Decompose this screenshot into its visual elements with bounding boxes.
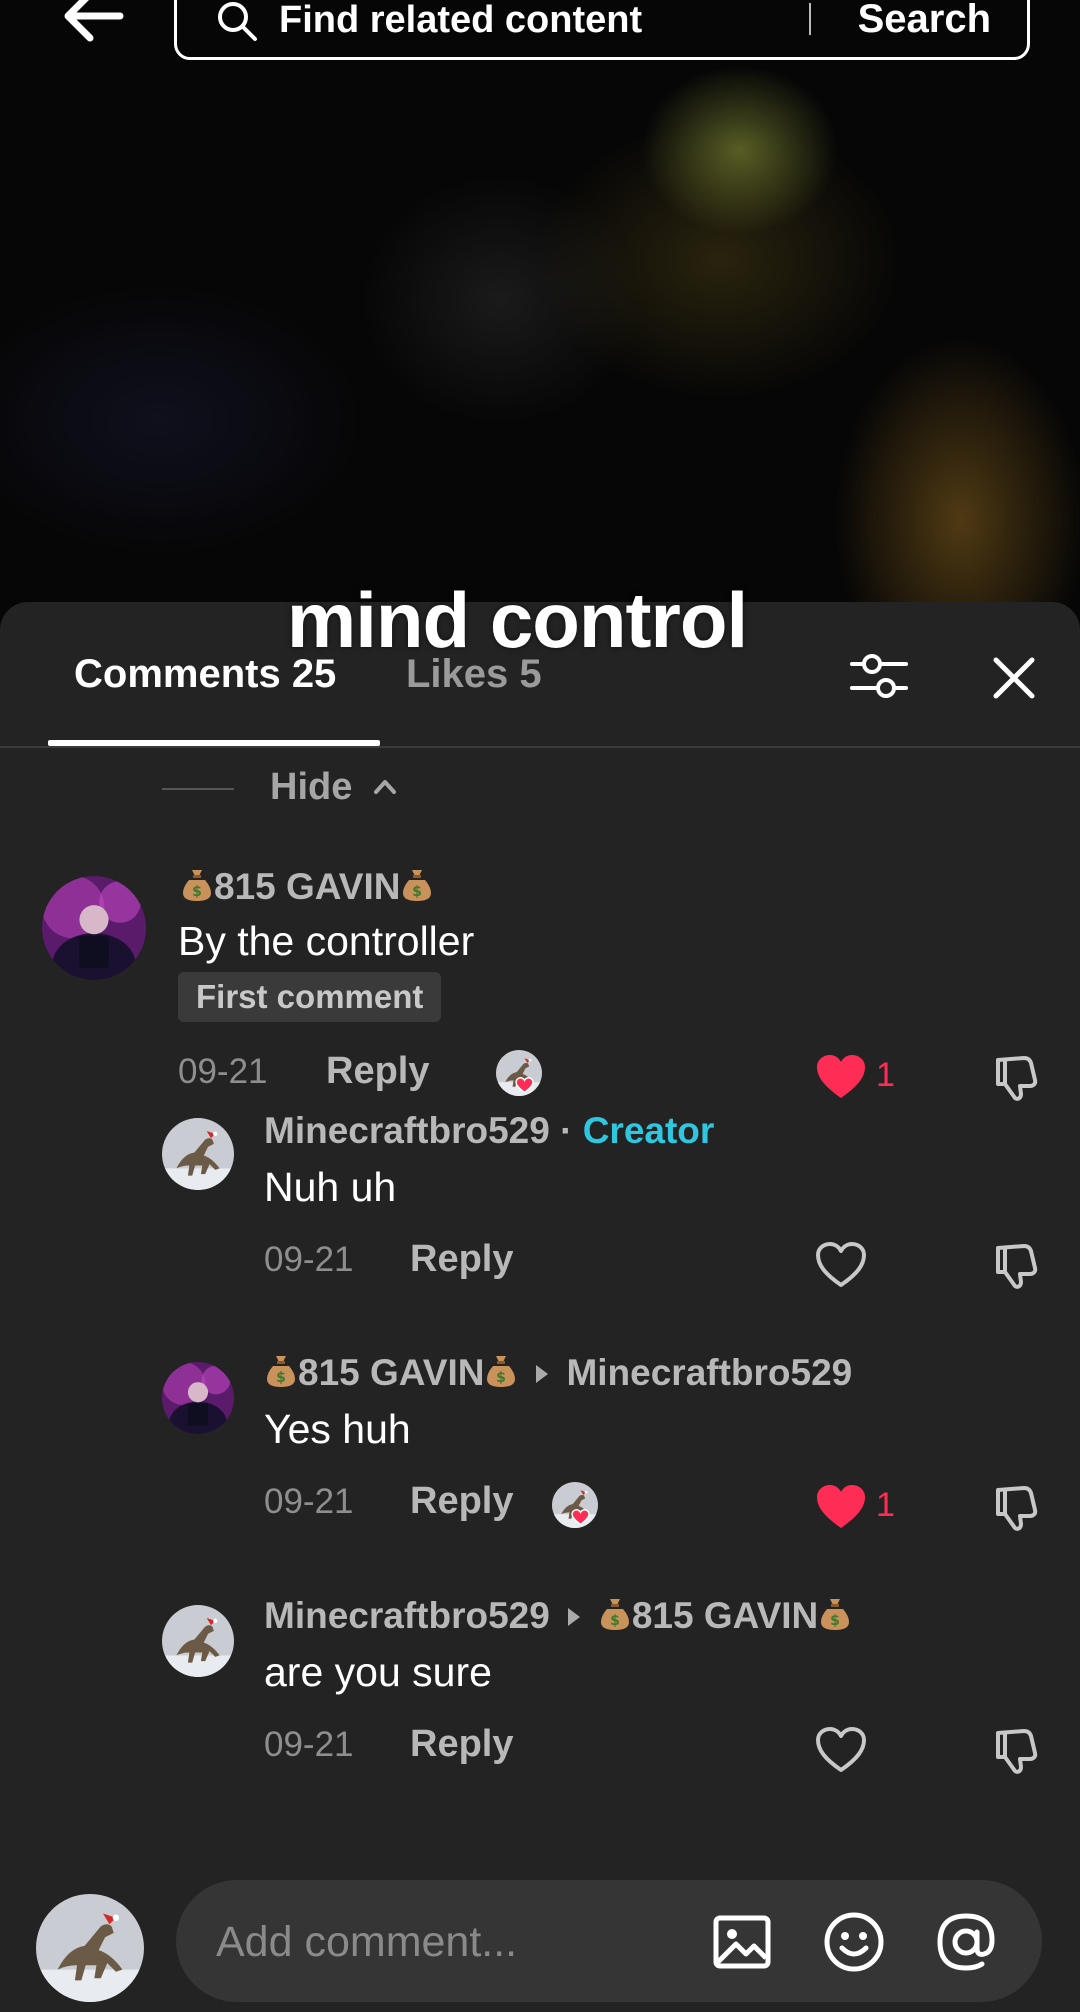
moneybag-emoji-icon <box>818 1596 852 1632</box>
reply-to-username[interactable]: 815 GAVIN <box>632 1595 818 1636</box>
comment-username[interactable]: Minecraftbro529 815 GAVIN <box>264 1595 852 1637</box>
comment-date: 09-21 <box>264 1240 354 1279</box>
search-divider <box>809 3 811 35</box>
current-user-avatar[interactable] <box>36 1894 144 2002</box>
avatar[interactable] <box>162 1362 234 1434</box>
comment-text: are you sure <box>264 1649 492 1695</box>
heart-outline-icon[interactable] <box>814 1725 868 1775</box>
comment-username[interactable]: 815 GAVIN Minecraftbro529 <box>264 1352 852 1394</box>
dislike-icon[interactable] <box>990 1052 1040 1102</box>
comment-input-placeholder[interactable]: Add comment... <box>216 1918 517 1967</box>
creator-separator: · <box>549 1110 583 1151</box>
hide-label[interactable]: Hide <box>270 766 352 809</box>
chevron-up-icon <box>374 780 396 794</box>
mention-at-icon[interactable] <box>934 1910 998 1974</box>
search-icon <box>218 2 257 41</box>
avatar[interactable] <box>162 1605 234 1677</box>
heart-filled-icon[interactable] <box>814 1482 868 1532</box>
dislike-icon[interactable] <box>990 1240 1040 1290</box>
username-text: 815 GAVIN <box>298 1352 485 1393</box>
dislike-icon[interactable] <box>990 1725 1040 1775</box>
video-caption: mind control <box>286 576 748 664</box>
comment-date: 09-21 <box>178 1052 268 1091</box>
like-count: 1 <box>876 1486 895 1524</box>
heart-outline-icon[interactable] <box>814 1240 868 1290</box>
back-arrow-icon[interactable] <box>60 0 130 48</box>
first-comment-badge: First comment <box>178 972 442 1022</box>
reply-to-username[interactable]: Minecraftbro529 <box>566 1352 852 1393</box>
video-player[interactable]: Find related content Search <box>0 0 1080 640</box>
creator-tag: Creator <box>582 1110 715 1151</box>
avatar[interactable] <box>42 876 146 980</box>
moneybag-emoji-icon <box>598 1596 632 1632</box>
comment-text: By the controller <box>178 918 475 964</box>
search-bar[interactable]: Find related content Search <box>174 0 1030 60</box>
hide-divider-line <box>162 788 234 790</box>
like-count: 1 <box>876 1056 895 1094</box>
username-text: 815 GAVIN <box>214 866 401 907</box>
dislike-icon[interactable] <box>990 1482 1040 1532</box>
reply-button[interactable]: Reply <box>410 1480 513 1523</box>
moneybag-emoji-icon <box>264 1353 298 1389</box>
avatar[interactable] <box>162 1118 234 1190</box>
comments-sheet: Comments 25 Likes 5 Hide 815 GAVIN By th… <box>0 602 1080 2012</box>
active-tab-indicator <box>48 740 380 746</box>
comment-text: Yes huh <box>264 1406 411 1452</box>
reply-button[interactable]: Reply <box>410 1723 513 1766</box>
reply-button[interactable]: Reply <box>326 1050 429 1093</box>
moneybag-emoji-icon <box>400 867 434 903</box>
comment-username[interactable]: 815 GAVIN <box>180 866 434 908</box>
comment-text: Nuh uh <box>264 1164 397 1210</box>
reply-to-arrow-icon <box>536 1364 549 1383</box>
comment-input[interactable]: Add comment... <box>176 1880 1042 2002</box>
creator-liked-avatar-icon <box>496 1050 542 1096</box>
comment-date: 09-21 <box>264 1725 354 1764</box>
moneybag-emoji-icon <box>484 1353 518 1389</box>
moneybag-emoji-icon <box>180 867 214 903</box>
comment-composer: Add comment... <box>0 1880 1080 2012</box>
search-input[interactable]: Find related content <box>279 0 642 42</box>
comment-date: 09-21 <box>264 1482 354 1521</box>
reply-to-arrow-icon <box>567 1607 580 1626</box>
emoji-icon[interactable] <box>822 1910 886 1974</box>
search-button[interactable]: Search <box>858 0 991 42</box>
image-icon[interactable] <box>710 1910 774 1974</box>
reply-button[interactable]: Reply <box>410 1238 513 1281</box>
creator-liked-avatar-icon <box>552 1482 598 1528</box>
username-text: Minecraftbro529 <box>264 1595 550 1636</box>
heart-filled-icon[interactable] <box>814 1052 868 1102</box>
username-text: Minecraftbro529 <box>264 1110 550 1151</box>
comment-username[interactable]: Minecraftbro529 · Creator <box>264 1110 714 1152</box>
